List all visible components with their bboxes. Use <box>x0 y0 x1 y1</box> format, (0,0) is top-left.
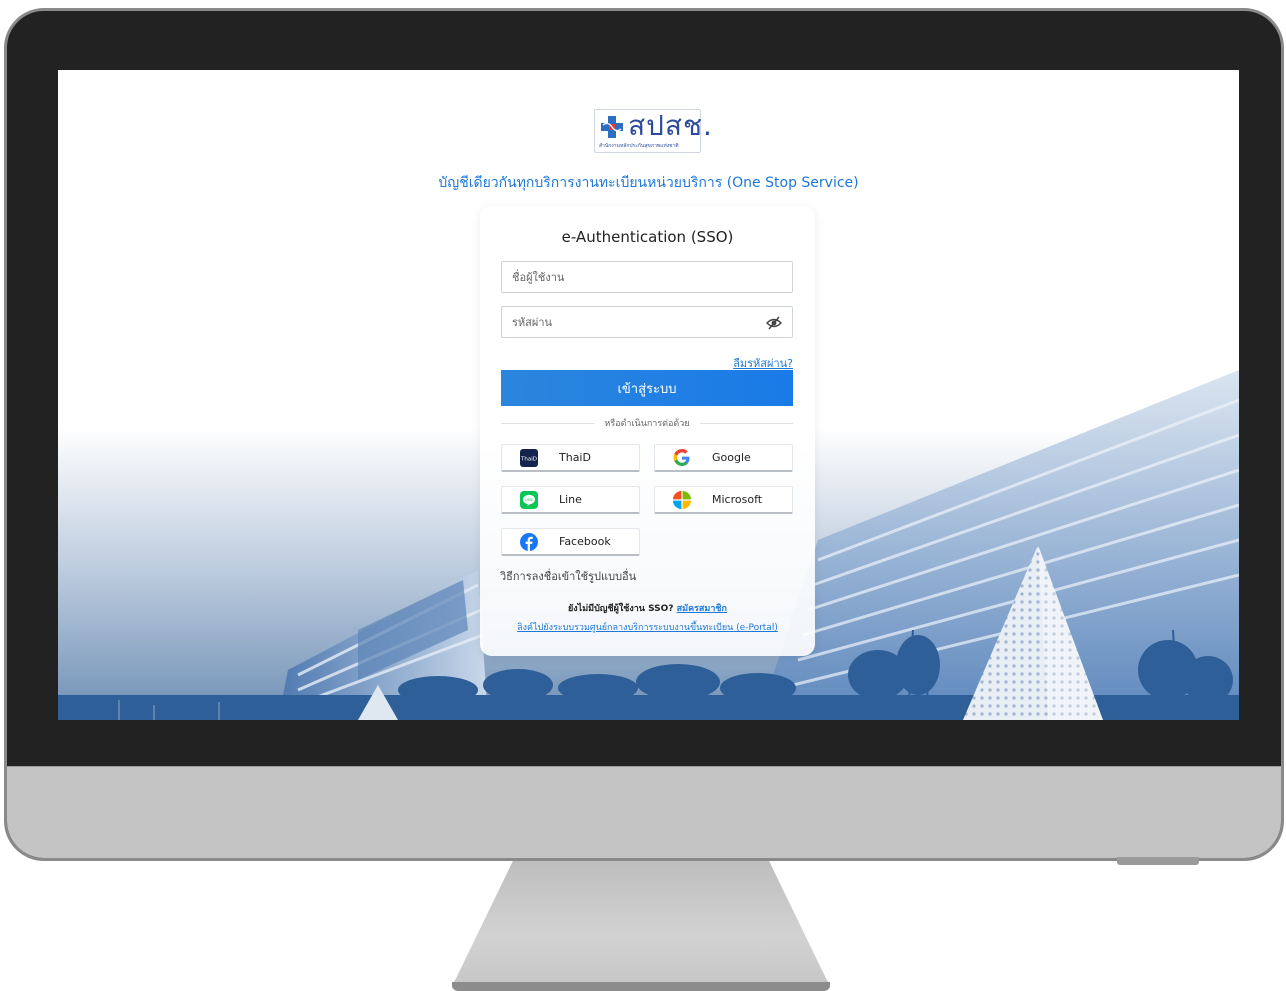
other-signin-link[interactable]: วิธีการลงชื่อเข้าใช้รูปแบบอื่น <box>500 567 636 585</box>
username-input[interactable] <box>502 262 792 292</box>
line-login-button[interactable]: LINE Line <box>501 486 640 514</box>
monitor-stand <box>452 858 830 988</box>
monitor-stand-base <box>452 982 830 991</box>
monitor-chin-tab <box>1117 857 1199 865</box>
no-account-label: ยังไม่มีบัญชีผู้ใช้งาน SSO? <box>568 604 674 614</box>
username-field <box>501 261 793 293</box>
login-card: e-Authentication (SSO) ลืมรหัสผ่าน? เข้า… <box>480 206 815 656</box>
microsoft-icon <box>673 490 691 509</box>
login-page: สปสช. สำนักงานหลักประกันสุขภาพแห่งชาติ บ… <box>58 70 1239 720</box>
divider-text: หรือดำเนินการต่อด้วย <box>604 419 690 429</box>
login-button[interactable]: เข้าสู่ระบบ <box>501 370 793 406</box>
eye-slash-icon[interactable] <box>766 316 782 330</box>
microsoft-label: Microsoft <box>712 493 763 506</box>
line-icon: LINE <box>520 490 538 509</box>
google-login-button[interactable]: Google <box>654 444 793 472</box>
logo-subtitle: สำนักงานหลักประกันสุขภาพแห่งชาติ <box>599 143 679 149</box>
divider-line <box>699 422 793 424</box>
monitor-chin <box>7 766 1281 858</box>
facebook-label: Facebook <box>559 535 611 548</box>
microsoft-login-button[interactable]: Microsoft <box>654 486 793 514</box>
page-tagline: บัญชีเดียวกันทุกบริการงานทะเบียนหน่วยบริ… <box>438 175 859 191</box>
or-divider: หรือดำเนินการต่อด้วย <box>501 416 793 430</box>
thaid-label: ThaiD <box>559 451 591 464</box>
nhso-logo: สปสช. สำนักงานหลักประกันสุขภาพแห่งชาติ <box>594 109 712 153</box>
divider-line <box>501 422 595 424</box>
svg-text:ThaiD: ThaiD <box>520 456 537 462</box>
password-field <box>501 306 793 338</box>
line-label: Line <box>559 493 582 506</box>
e-portal-link[interactable]: ลิงค์ไปยังระบบรวมศูนย์กลางบริการระบบงานข… <box>480 620 815 634</box>
thaid-icon: ThaiD <box>520 448 538 467</box>
login-title: e-Authentication (SSO) <box>561 228 734 246</box>
register-link[interactable]: สมัครสมาชิก <box>677 604 727 614</box>
facebook-login-button[interactable]: Facebook <box>501 528 640 556</box>
facebook-icon <box>520 532 538 551</box>
svg-text:LINE: LINE <box>525 498 534 502</box>
password-input[interactable] <box>502 307 792 337</box>
google-label: Google <box>712 451 751 464</box>
medical-cross-icon <box>601 116 623 138</box>
thaid-login-button[interactable]: ThaiD ThaiD <box>501 444 640 472</box>
google-icon <box>673 448 690 466</box>
no-account-text: ยังไม่มีบัญชีผู้ใช้งาน SSO? สมัครสมาชิก <box>480 601 815 615</box>
logo-wordmark: สปสช. <box>628 109 713 142</box>
